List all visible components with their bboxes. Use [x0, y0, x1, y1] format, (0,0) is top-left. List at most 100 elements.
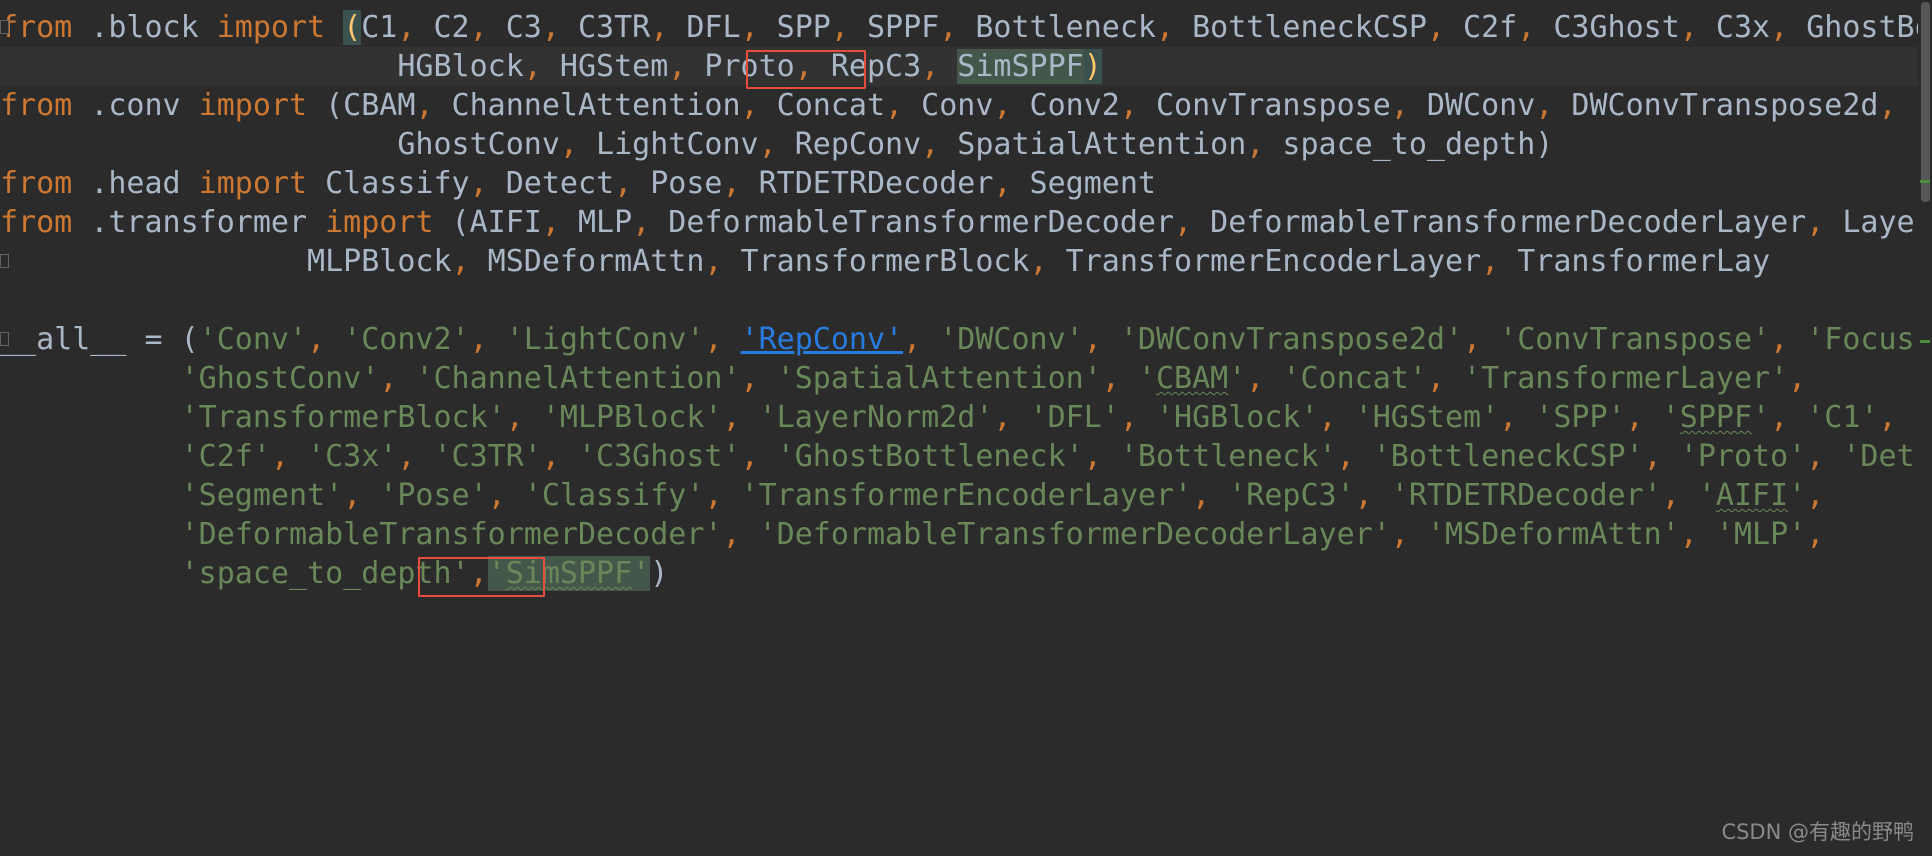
code-token: CBAM [1155, 361, 1229, 396]
code-token: , [1806, 439, 1825, 474]
code-token: Proto [686, 49, 795, 84]
code-token: , [632, 205, 651, 240]
code-token: , [469, 556, 488, 591]
line-all-4[interactable]: 'C2f', 'C3x', 'C3TR', 'C3Ghost', 'GhostB… [0, 437, 1932, 476]
code-token: , [704, 244, 723, 279]
code-token: , [469, 10, 488, 45]
code-token: ' [632, 556, 651, 591]
line-import-conv-2[interactable]: GhostConv, LightConv, RepConv, SpatialAt… [0, 125, 1932, 164]
code-token: 'TransformerBlock' [180, 400, 506, 435]
line-import-block-1[interactable]: from .block import (C1, C2, C3, C3TR, DF… [0, 8, 1932, 47]
code-token: 'MLPBlock' [541, 400, 723, 435]
code-token: , [1517, 10, 1536, 45]
code-token: __all__ [0, 322, 127, 357]
code-token: Conv2 [1011, 88, 1120, 123]
code-token: 'C3TR' [433, 439, 542, 474]
code-surface[interactable]: from .block import (C1, C2, C3, C3TR, DF… [0, 0, 1932, 856]
code-token: , [1770, 10, 1789, 45]
code-token: ' [1137, 361, 1156, 396]
code-token: , [1643, 439, 1662, 474]
code-token: , [614, 166, 633, 201]
line-import-head[interactable]: from .head import Classify, Detect, Pose… [0, 164, 1932, 203]
code-token: 'Proto' [1679, 439, 1807, 474]
code-token: , [1499, 400, 1518, 435]
vertical-scrollbar-thumb[interactable] [1921, 2, 1930, 202]
code-fold-marker-icon[interactable] [0, 254, 9, 268]
code-token: Segment [1011, 166, 1156, 201]
code-token: , [523, 49, 542, 84]
code-token: , [921, 127, 940, 162]
code-token: , [559, 127, 578, 162]
code-token: from [0, 10, 73, 45]
code-token: 'GhostBottleneck' [776, 439, 1084, 474]
marker-stripe[interactable] [1918, 0, 1932, 824]
line-import-transformer-2[interactable]: MLPBlock, MSDeformAttn, TransformerBlock… [0, 242, 1932, 281]
code-token: , [921, 49, 940, 84]
code-token: (AIFI [433, 205, 542, 240]
code-token: RTDETRDecoder [740, 166, 994, 201]
code-token: SPPF [848, 10, 940, 45]
code-token: 'RTDETRDecoder' [1390, 478, 1662, 513]
line-import-conv-1[interactable]: from .conv import (CBAM, ChannelAttentio… [0, 86, 1932, 125]
code-token: , [668, 49, 687, 84]
code-token: , [1390, 517, 1409, 552]
code-token: , [1463, 322, 1482, 357]
line-blank-1[interactable] [0, 281, 1932, 320]
line-all-6[interactable]: 'DeformableTransformerDecoder', 'Deforma… [0, 515, 1932, 554]
code-editor[interactable]: from .block import (C1, C2, C3, C3TR, DF… [0, 0, 1932, 856]
code-token: import [198, 166, 308, 201]
code-token: ChannelAttention [433, 88, 741, 123]
code-token: MSDeformAttn [469, 244, 705, 279]
code-fold-marker-icon[interactable] [0, 332, 9, 346]
code-token: , [1481, 244, 1500, 279]
code-token: , [650, 10, 669, 45]
code-token: TransformerLay [1499, 244, 1771, 279]
line-all-3[interactable]: 'TransformerBlock', 'MLPBlock', 'LayerNo… [0, 398, 1932, 437]
line-import-block-2[interactable]: HGBlock, HGStem, Proto, RepC3, SimSPPF) [0, 47, 1932, 86]
line-all-7[interactable]: 'space_to_depth','SimSPPF') [0, 554, 1932, 593]
code-token: , [722, 517, 741, 552]
code-token: 'TransformerLayer' [1463, 361, 1789, 396]
code-token: , [307, 322, 326, 357]
code-token: Pose [632, 166, 723, 201]
code-token: ) [650, 556, 669, 591]
code-token: RepC3 [812, 49, 922, 84]
code-token: , [1246, 127, 1265, 162]
code-token: 'Conv2' [343, 322, 470, 357]
code-token: 'Focus' [1806, 322, 1932, 357]
code-token: .block [90, 10, 199, 45]
code-token: 'C3x' [307, 439, 398, 474]
code-token: (CBAM [307, 88, 416, 123]
line-all-1[interactable]: __all__ = ('Conv', 'Conv2', 'LightConv',… [0, 320, 1932, 359]
code-token: 'DeformableTransformerDecoder' [180, 517, 723, 552]
code-token: from [0, 205, 73, 240]
line-all-5[interactable]: 'Segment', 'Pose', 'Classify', 'Transfor… [0, 476, 1932, 515]
code-token: import [325, 205, 434, 240]
code-token: , [740, 439, 759, 474]
line-all-2[interactable]: 'GhostConv', 'ChannelAttention', 'Spatia… [0, 359, 1932, 398]
code-fold-marker-icon[interactable] [0, 20, 9, 34]
code-token: 'DWConv' [939, 322, 1084, 357]
code-token: 'MSDeformAttn' [1426, 517, 1680, 552]
line-import-transformer-1[interactable]: from .transformer import (AIFI, MLP, Def… [0, 203, 1932, 242]
code-token: DeformableTransformerDecoderLayer [1192, 205, 1807, 240]
marker-warning[interactable] [1920, 180, 1930, 183]
marker-info[interactable] [1920, 340, 1930, 343]
